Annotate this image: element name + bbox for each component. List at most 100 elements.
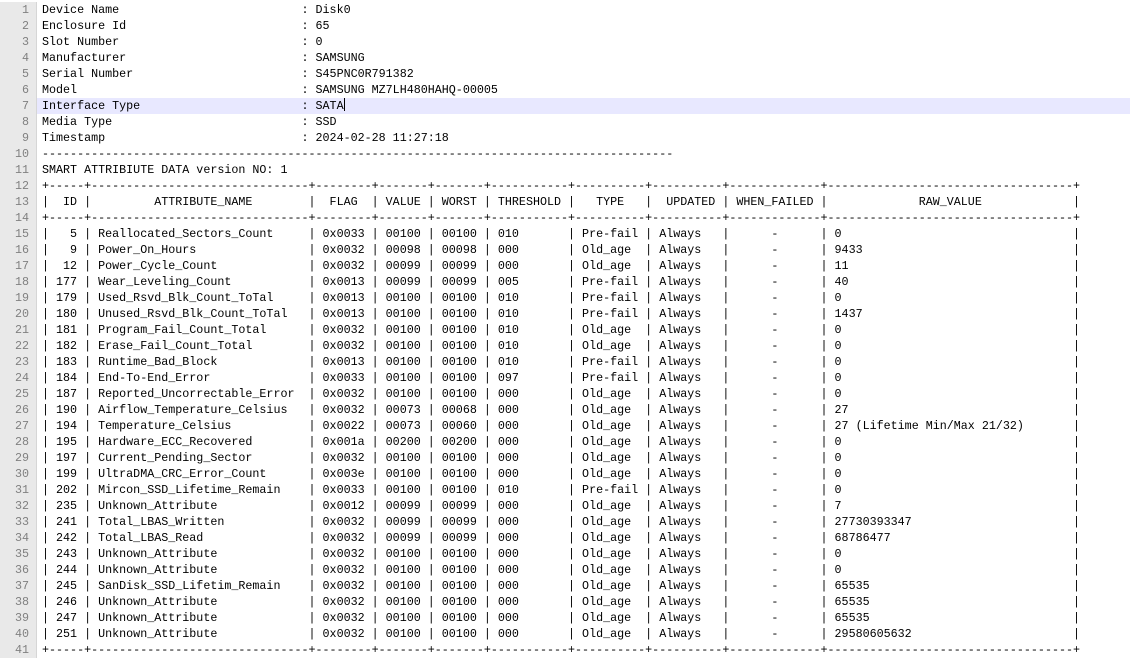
editor-line[interactable]: 6Model : SAMSUNG MZ7LH480HAHQ-00005 (0, 82, 1130, 98)
editor-line[interactable]: 41+-----+-------------------------------… (0, 642, 1130, 658)
line-content[interactable]: Timestamp : 2024-02-28 11:27:18 (37, 130, 1130, 146)
line-number[interactable]: 1 (0, 2, 37, 18)
line-content[interactable]: | 197 | Current_Pending_Sector | 0x0032 … (37, 450, 1130, 466)
editor-line[interactable]: 40| 251 | Unknown_Attribute | 0x0032 | 0… (0, 626, 1130, 642)
editor-line[interactable]: 23| 183 | Runtime_Bad_Block | 0x0013 | 0… (0, 354, 1130, 370)
editor-line-current[interactable]: 7Interface Type : SATA (0, 98, 1130, 114)
editor-line[interactable]: 26| 190 | Airflow_Temperature_Celsius | … (0, 402, 1130, 418)
line-number[interactable]: 11 (0, 162, 37, 178)
line-content[interactable]: | 9 | Power_On_Hours | 0x0032 | 00098 | … (37, 242, 1130, 258)
editor-line[interactable]: 3Slot Number : 0 (0, 34, 1130, 50)
line-content[interactable]: | 245 | SanDisk_SSD_Lifetim_Remain | 0x0… (37, 578, 1130, 594)
line-content[interactable]: | 246 | Unknown_Attribute | 0x0032 | 001… (37, 594, 1130, 610)
line-number[interactable]: 24 (0, 370, 37, 386)
line-number[interactable]: 12 (0, 178, 37, 194)
line-content[interactable]: | 194 | Temperature_Celsius | 0x0022 | 0… (37, 418, 1130, 434)
line-number[interactable]: 8 (0, 114, 37, 130)
line-content[interactable]: | ID | ATTRIBUTE_NAME | FLAG | VALUE | W… (37, 194, 1130, 210)
line-number[interactable]: 15 (0, 226, 37, 242)
line-content[interactable]: | 195 | Hardware_ECC_Recovered | 0x001a … (37, 434, 1130, 450)
line-number[interactable]: 19 (0, 290, 37, 306)
line-content[interactable]: | 244 | Unknown_Attribute | 0x0032 | 001… (37, 562, 1130, 578)
editor-line[interactable]: 28| 195 | Hardware_ECC_Recovered | 0x001… (0, 434, 1130, 450)
editor-line[interactable]: 17| 12 | Power_Cycle_Count | 0x0032 | 00… (0, 258, 1130, 274)
editor-line[interactable]: 36| 244 | Unknown_Attribute | 0x0032 | 0… (0, 562, 1130, 578)
line-content[interactable]: | 235 | Unknown_Attribute | 0x0012 | 000… (37, 498, 1130, 514)
line-number[interactable]: 40 (0, 626, 37, 642)
line-content[interactable]: | 180 | Unused_Rsvd_Blk_Count_ToTal | 0x… (37, 306, 1130, 322)
line-number[interactable]: 30 (0, 466, 37, 482)
line-content[interactable]: | 202 | Mircon_SSD_Lifetime_Remain | 0x0… (37, 482, 1130, 498)
line-number[interactable]: 27 (0, 418, 37, 434)
editor-line[interactable]: 30| 199 | UltraDMA_CRC_Error_Count | 0x0… (0, 466, 1130, 482)
line-number[interactable]: 25 (0, 386, 37, 402)
editor-line[interactable]: 27| 194 | Temperature_Celsius | 0x0022 |… (0, 418, 1130, 434)
line-number[interactable]: 22 (0, 338, 37, 354)
line-number[interactable]: 36 (0, 562, 37, 578)
line-content[interactable]: | 181 | Program_Fail_Count_Total | 0x003… (37, 322, 1130, 338)
editor-line[interactable]: 9Timestamp : 2024-02-28 11:27:18 (0, 130, 1130, 146)
line-number[interactable]: 26 (0, 402, 37, 418)
line-number[interactable]: 32 (0, 498, 37, 514)
line-number[interactable]: 34 (0, 530, 37, 546)
editor-line[interactable]: 1Device Name : Disk0 (0, 2, 1130, 18)
line-content[interactable]: +-----+-------------------------------+-… (37, 210, 1130, 226)
line-number[interactable]: 31 (0, 482, 37, 498)
editor-line[interactable]: 18| 177 | Wear_Leveling_Count | 0x0013 |… (0, 274, 1130, 290)
line-number[interactable]: 28 (0, 434, 37, 450)
line-content[interactable]: +-----+-------------------------------+-… (37, 178, 1130, 194)
editor-line[interactable]: 15| 5 | Reallocated_Sectors_Count | 0x00… (0, 226, 1130, 242)
editor-line[interactable]: 31| 202 | Mircon_SSD_Lifetime_Remain | 0… (0, 482, 1130, 498)
editor-line[interactable]: 38| 246 | Unknown_Attribute | 0x0032 | 0… (0, 594, 1130, 610)
line-content[interactable]: | 247 | Unknown_Attribute | 0x0032 | 001… (37, 610, 1130, 626)
editor-line[interactable]: 33| 241 | Total_LBAS_Written | 0x0032 | … (0, 514, 1130, 530)
line-number[interactable]: 3 (0, 34, 37, 50)
line-number[interactable]: 7 (0, 98, 37, 114)
line-number[interactable]: 38 (0, 594, 37, 610)
line-content[interactable]: | 187 | Reported_Uncorrectable_Error | 0… (37, 386, 1130, 402)
line-content[interactable]: Interface Type : SATA (37, 98, 1130, 114)
editor-line[interactable]: 21| 181 | Program_Fail_Count_Total | 0x0… (0, 322, 1130, 338)
editor-line[interactable]: 12+-----+-------------------------------… (0, 178, 1130, 194)
line-content[interactable]: Manufacturer : SAMSUNG (37, 50, 1130, 66)
line-content[interactable]: Slot Number : 0 (37, 34, 1130, 50)
line-number[interactable]: 23 (0, 354, 37, 370)
line-content[interactable]: | 199 | UltraDMA_CRC_Error_Count | 0x003… (37, 466, 1130, 482)
line-content[interactable]: | 190 | Airflow_Temperature_Celsius | 0x… (37, 402, 1130, 418)
line-number[interactable]: 16 (0, 242, 37, 258)
editor-line[interactable]: 11SMART ATTRIBIUTE DATA version NO: 1 (0, 162, 1130, 178)
editor-line[interactable]: 16| 9 | Power_On_Hours | 0x0032 | 00098 … (0, 242, 1130, 258)
line-number[interactable]: 18 (0, 274, 37, 290)
editor-line[interactable]: 35| 243 | Unknown_Attribute | 0x0032 | 0… (0, 546, 1130, 562)
line-content[interactable]: SMART ATTRIBIUTE DATA version NO: 1 (37, 162, 1130, 178)
line-number[interactable]: 39 (0, 610, 37, 626)
line-number[interactable]: 6 (0, 82, 37, 98)
line-content[interactable]: Device Name : Disk0 (37, 2, 1130, 18)
line-content[interactable]: | 182 | Erase_Fail_Count_Total | 0x0032 … (37, 338, 1130, 354)
editor-line[interactable]: 19| 179 | Used_Rsvd_Blk_Count_ToTal | 0x… (0, 290, 1130, 306)
line-content[interactable]: | 179 | Used_Rsvd_Blk_Count_ToTal | 0x00… (37, 290, 1130, 306)
line-number[interactable]: 37 (0, 578, 37, 594)
line-number[interactable]: 5 (0, 66, 37, 82)
editor-line[interactable]: 8Media Type : SSD (0, 114, 1130, 130)
line-content[interactable]: | 5 | Reallocated_Sectors_Count | 0x0033… (37, 226, 1130, 242)
line-content[interactable]: | 184 | End-To-End_Error | 0x0033 | 0010… (37, 370, 1130, 386)
editor-line[interactable]: 34| 242 | Total_LBAS_Read | 0x0032 | 000… (0, 530, 1130, 546)
line-content[interactable]: Media Type : SSD (37, 114, 1130, 130)
text-editor[interactable]: 1Device Name : Disk02Enclosure Id : 653S… (0, 0, 1130, 658)
line-number[interactable]: 35 (0, 546, 37, 562)
editor-line[interactable]: 25| 187 | Reported_Uncorrectable_Error |… (0, 386, 1130, 402)
line-number[interactable]: 4 (0, 50, 37, 66)
line-content[interactable]: Serial Number : S45PNC0R791382 (37, 66, 1130, 82)
line-content[interactable]: | 242 | Total_LBAS_Read | 0x0032 | 00099… (37, 530, 1130, 546)
editor-line[interactable]: 5Serial Number : S45PNC0R791382 (0, 66, 1130, 82)
editor-line[interactable]: 20| 180 | Unused_Rsvd_Blk_Count_ToTal | … (0, 306, 1130, 322)
editor-line[interactable]: 14+-----+-------------------------------… (0, 210, 1130, 226)
line-content[interactable]: | 12 | Power_Cycle_Count | 0x0032 | 0009… (37, 258, 1130, 274)
line-number[interactable]: 29 (0, 450, 37, 466)
line-number[interactable]: 10 (0, 146, 37, 162)
line-content[interactable]: +-----+-------------------------------+-… (37, 642, 1130, 658)
line-content[interactable]: | 183 | Runtime_Bad_Block | 0x0013 | 001… (37, 354, 1130, 370)
editor-line[interactable]: 4Manufacturer : SAMSUNG (0, 50, 1130, 66)
editor-line[interactable]: 24| 184 | End-To-End_Error | 0x0033 | 00… (0, 370, 1130, 386)
